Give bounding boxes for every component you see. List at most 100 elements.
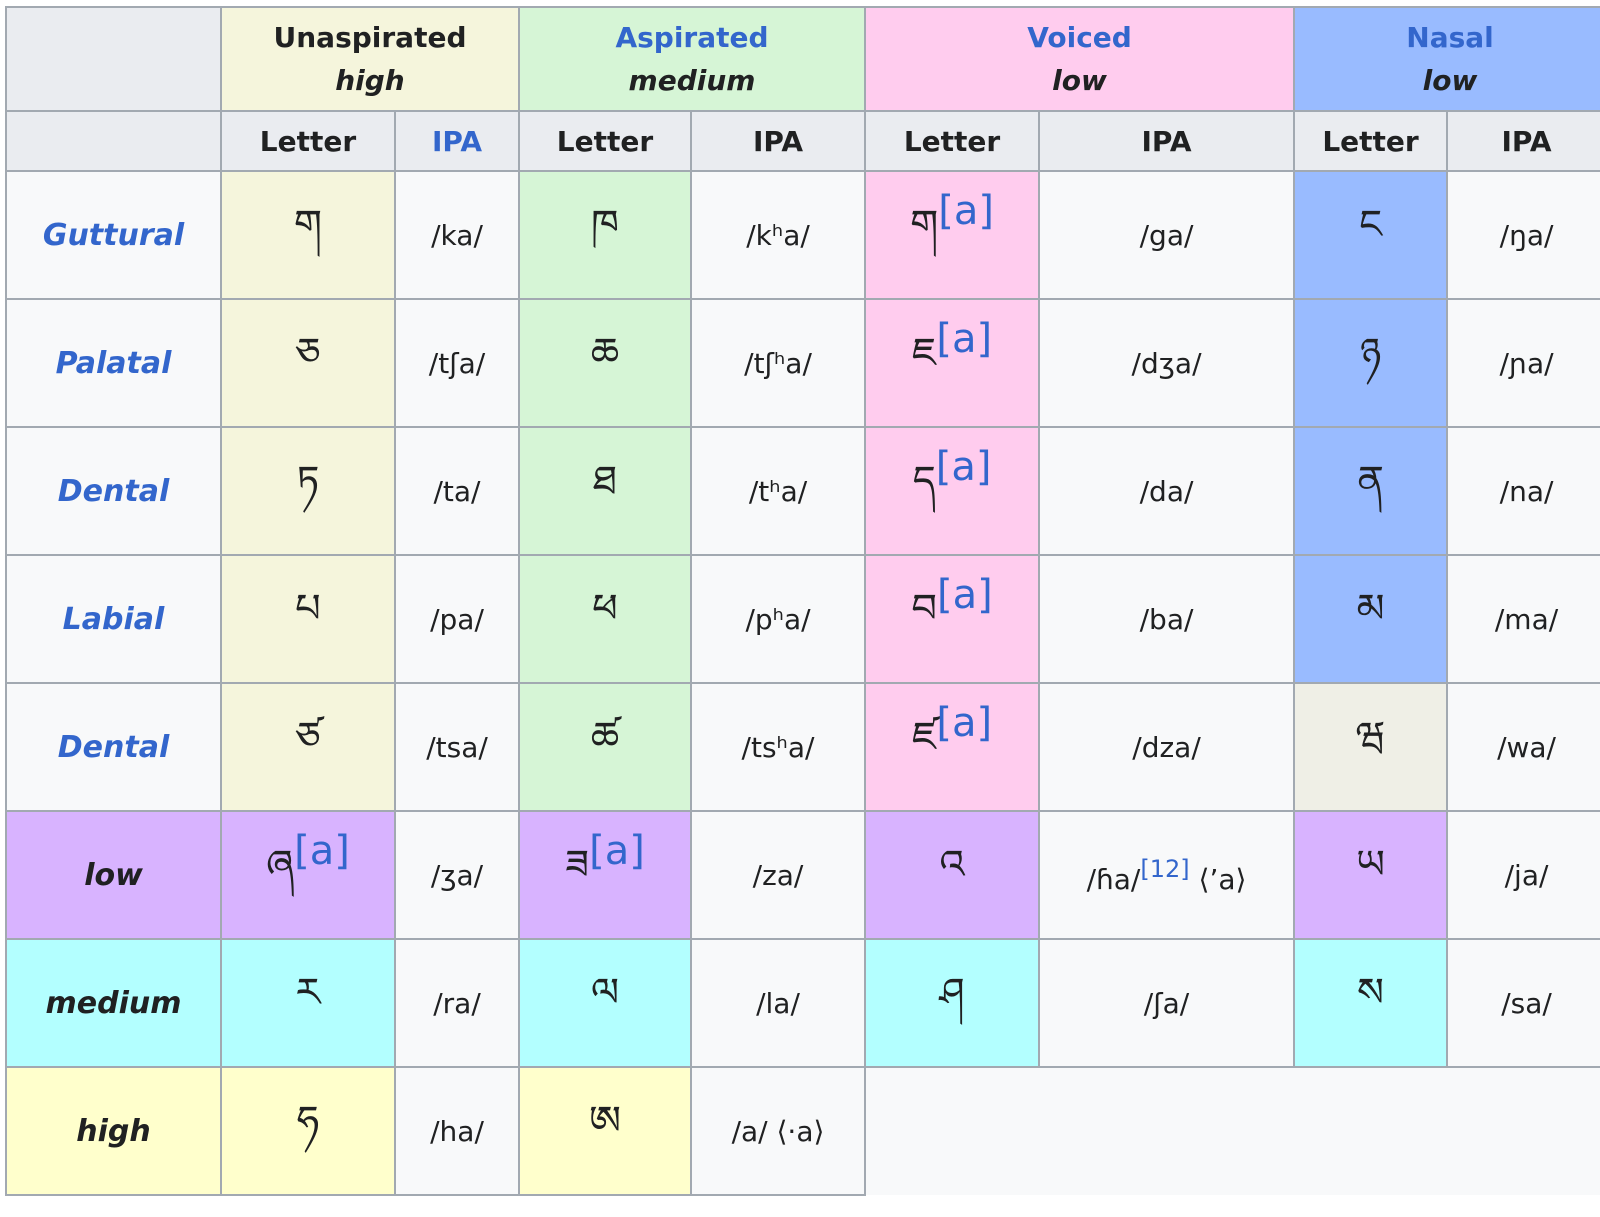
letter-cell-with-ref: ཛ[a] (864, 682, 1041, 812)
letter: བ (911, 585, 937, 632)
letter-cell: ཉ (1293, 298, 1449, 428)
row-label-link[interactable]: Labial (5, 554, 222, 684)
ipa-cell: /ha/ (394, 1066, 520, 1196)
header-nasal: Nasal low (1293, 6, 1600, 112)
ipa-cell: /tʃʰa/ (689, 298, 867, 428)
col-letter: Letter (518, 110, 692, 172)
row-label-link[interactable]: Guttural (5, 170, 222, 300)
letter: ག (910, 201, 939, 248)
ipa-cell: /dza/ (1038, 682, 1296, 812)
ipa-cell: /sa/ (1446, 938, 1600, 1068)
letter-cell: ཤ (864, 938, 1041, 1068)
letter-cell: ཚ (518, 682, 692, 812)
letter-cell-with-ref: ཟ[a] (518, 810, 692, 940)
ipa-cell: /ba/ (1038, 554, 1296, 684)
header-voiced-link[interactable]: Voiced (867, 16, 1292, 60)
letter-cell: ཡ (1293, 810, 1449, 940)
letter-cell: ས (1293, 938, 1449, 1068)
letter-cell: ཁ (518, 170, 692, 300)
ipa-cell: /ga/ (1038, 170, 1296, 300)
letter-cell: པ (220, 554, 396, 684)
header-unaspirated-label: Unaspirated (273, 21, 467, 54)
header-voiced-tone: low (1052, 64, 1107, 97)
letter-cell: ཏ (220, 426, 396, 556)
ipa-cell-with-ref: /ɦa/[12] ⟨’a⟩ (1038, 810, 1296, 940)
row-label-link[interactable]: Dental (5, 682, 222, 812)
row-label-link[interactable]: Palatal (5, 298, 222, 428)
footnote-ref-12[interactable]: [12] (1140, 855, 1189, 883)
letter: ད (912, 457, 936, 504)
ipa-cell: /da/ (1038, 426, 1296, 556)
letter: ཟ (565, 841, 590, 888)
row-label: low (5, 810, 222, 940)
header-aspirated-tone: medium (628, 64, 756, 97)
ipa-cell: /ma/ (1446, 554, 1600, 684)
ipa-cell: /wa/ (1446, 682, 1600, 812)
letter-cell: ང (1293, 170, 1449, 300)
col-ipa-link[interactable]: IPA (394, 110, 520, 172)
ipa-cell: /tsa/ (394, 682, 520, 812)
table-row: medium ར /ra/ ལ /la/ ཤ /ʃa/ ས /sa/ (5, 938, 1600, 1068)
col-ipa: IPA (1038, 110, 1296, 172)
header-unaspirated: Unaspirated high (220, 6, 520, 112)
table-row: low ཞ[a] /ʒa/ ཟ[a] /za/ འ /ɦa/[12] ⟨’a⟩ … (5, 810, 1600, 940)
footnote-ref-a[interactable]: [a] (936, 700, 992, 746)
table-row: Labial པ /pa/ ཕ /pʰa/ བ[a] /ba/ མ /ma/ (5, 554, 1600, 684)
ipa-cell: /ʃa/ (1038, 938, 1296, 1068)
row-label-link[interactable]: Dental (5, 426, 222, 556)
ipa-cell: /za/ (689, 810, 867, 940)
letter-cell: ཝ (1293, 682, 1449, 812)
table-row: Dental ཙ /tsa/ ཚ /tsʰa/ ཛ[a] /dza/ ཝ /wa… (5, 682, 1600, 812)
col-letter: Letter (220, 110, 396, 172)
ipa-cell: /a/ ⟨·a⟩ (689, 1066, 867, 1196)
header-unaspirated-tone: high (335, 64, 405, 97)
letter-cell: ཕ (518, 554, 692, 684)
letter-cell: ཨ (518, 1066, 692, 1196)
footnote-ref-a[interactable]: [a] (937, 572, 993, 618)
ipa-cell: /dʒa/ (1038, 298, 1296, 428)
footnote-ref-a[interactable]: [a] (936, 444, 992, 490)
ipa-cell: /ka/ (394, 170, 520, 300)
letter-cell: འ (864, 810, 1041, 940)
header-nasal-link[interactable]: Nasal (1296, 16, 1600, 60)
footnote-ref-a[interactable]: [a] (589, 828, 645, 874)
ipa: /ɦa/ (1086, 862, 1141, 896)
ipa-cell: /na/ (1446, 426, 1600, 556)
ipa-cell: /kʰa/ (689, 170, 867, 300)
letter-cell-with-ref: ཞ[a] (220, 810, 396, 940)
header-aspirated: Aspirated medium (517, 6, 867, 112)
table-row: high ཧ /ha/ ཨ /a/ ⟨·a⟩ (5, 1066, 1600, 1196)
letter: ཛ (911, 713, 937, 760)
header-aspirated-link[interactable]: Aspirated (521, 16, 863, 60)
ipa-cell: /ja/ (1446, 810, 1600, 940)
ipa-cell: /tʰa/ (689, 426, 867, 556)
letter-cell-with-ref: བ[a] (864, 554, 1041, 684)
ipa-cell: /tsʰa/ (689, 682, 867, 812)
row-label: medium (5, 938, 222, 1068)
footnote-ref-a[interactable]: [a] (938, 188, 994, 234)
header-row-categories: Unaspirated high Aspirated medium Voiced… (5, 6, 1600, 112)
letter-cell: ཅ (220, 298, 396, 428)
empty-cell (864, 1066, 1600, 1195)
letter-cell: ཧ (220, 1066, 396, 1196)
footnote-ref-a[interactable]: [a] (936, 316, 992, 362)
letter-cell-with-ref: ག[a] (864, 170, 1041, 300)
letter-cell-with-ref: ཇ[a] (864, 298, 1041, 428)
tibetan-consonant-table: Unaspirated high Aspirated medium Voiced… (5, 6, 1600, 1196)
letter: ཞ (266, 841, 295, 888)
header-voiced: Voiced low (864, 6, 1296, 112)
footnote-ref-a[interactable]: [a] (294, 828, 350, 874)
ipa-cell: /ŋa/ (1446, 170, 1600, 300)
letter-cell: ཐ (518, 426, 692, 556)
letter-cell: ཆ (518, 298, 692, 428)
ipa-cell: /pʰa/ (689, 554, 867, 684)
ipa-cell: /ʒa/ (394, 810, 520, 940)
ipa-cell: /ta/ (394, 426, 520, 556)
letter-cell: ལ (518, 938, 692, 1068)
ipa-cell: /ra/ (394, 938, 520, 1068)
ipa-cell: /la/ (689, 938, 867, 1068)
ipa-cell: /pa/ (394, 554, 520, 684)
letter-cell: ག (220, 170, 396, 300)
col-ipa: IPA (689, 110, 867, 172)
ipa-cell: /tʃa/ (394, 298, 520, 428)
